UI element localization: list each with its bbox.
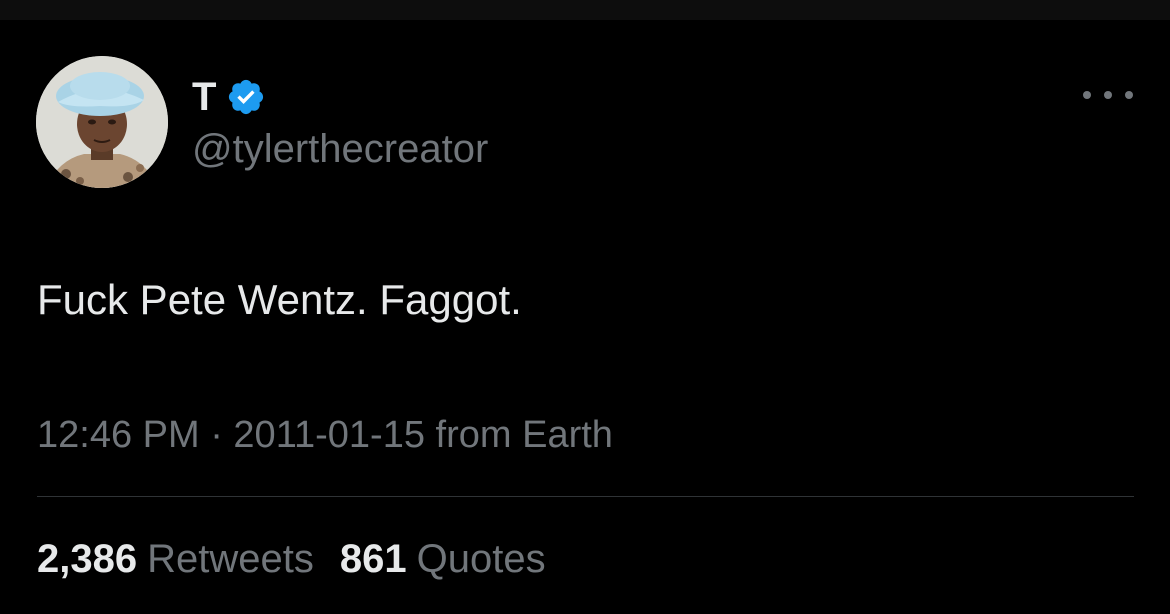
- tweet-card: T @tylerthecreator Fuck Pete Wentz. Fagg…: [0, 20, 1170, 614]
- author-display-name[interactable]: T: [192, 77, 216, 117]
- tweet-stats: 2,386 Retweets 861 Quotes: [37, 535, 546, 583]
- retweets-count: 2,386: [37, 537, 138, 581]
- top-edge-strip: [0, 0, 1170, 20]
- author-handle[interactable]: @tylerthecreator: [192, 127, 488, 171]
- more-dot: [1104, 91, 1112, 99]
- retweets-label: Retweets: [147, 537, 314, 581]
- avatar[interactable]: [36, 56, 168, 188]
- quotes-label: Quotes: [416, 537, 546, 581]
- author-name-row: T: [192, 72, 266, 122]
- quotes-count: 861: [339, 537, 407, 581]
- more-dot: [1125, 91, 1133, 99]
- quotes-stat[interactable]: 861 Quotes: [340, 535, 546, 583]
- tweet-text: Fuck Pete Wentz. Faggot.: [37, 276, 522, 323]
- retweets-stat[interactable]: 2,386 Retweets: [37, 535, 314, 583]
- verified-badge-icon: [226, 77, 266, 117]
- tweet-timestamp[interactable]: 12:46 PM · 2011-01-15 from Earth: [37, 413, 613, 459]
- divider: [37, 496, 1134, 497]
- more-dot: [1083, 91, 1091, 99]
- more-horizontal-icon[interactable]: [1083, 82, 1133, 108]
